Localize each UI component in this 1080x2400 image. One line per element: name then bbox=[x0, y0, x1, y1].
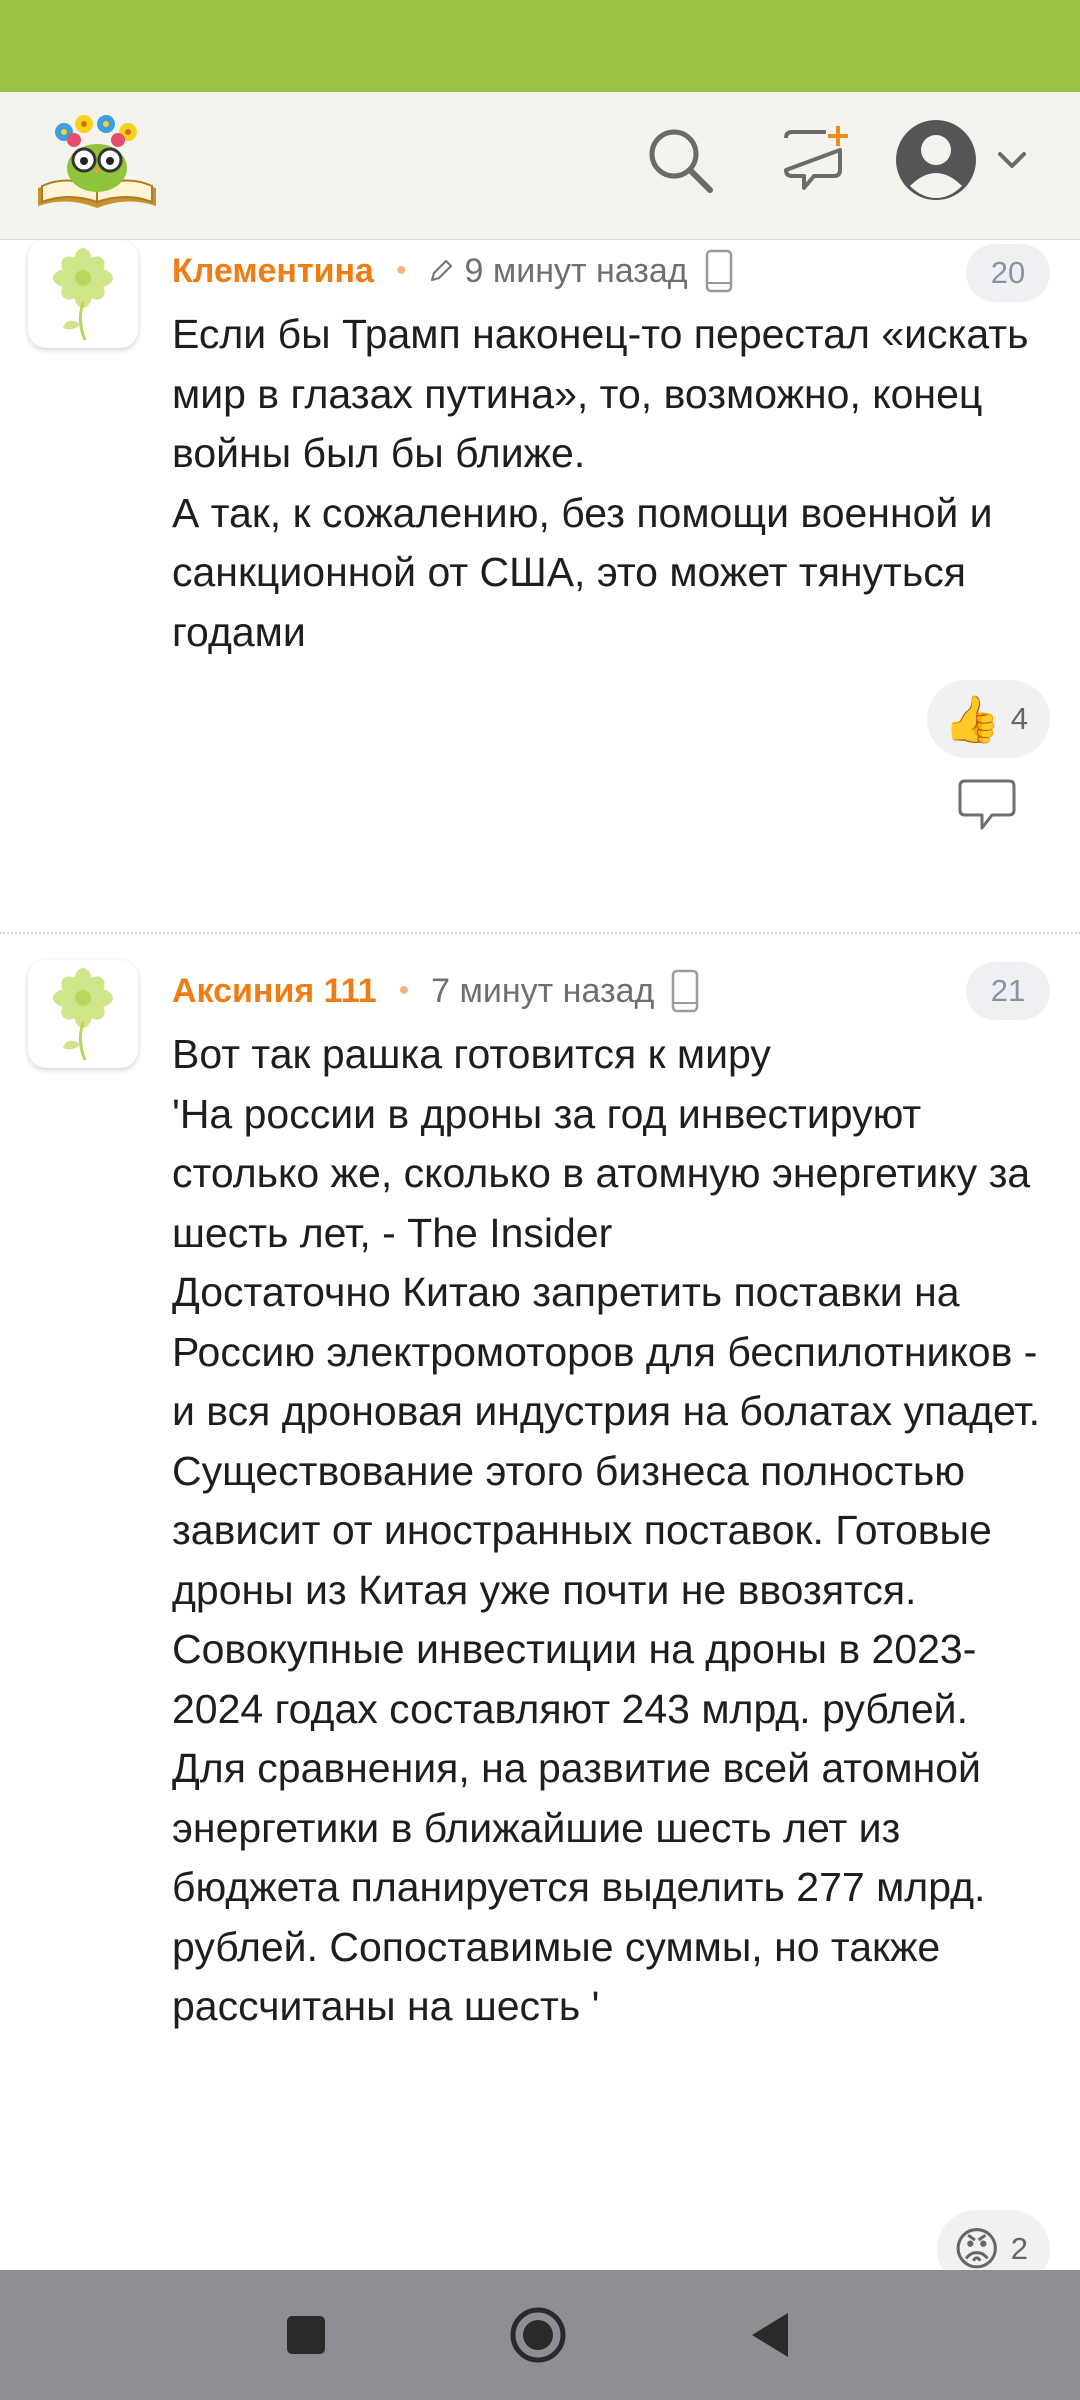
profile-menu-button[interactable] bbox=[896, 116, 1036, 206]
thumbs-up-icon: 👍 bbox=[943, 692, 1001, 745]
reaction-count: 2 bbox=[1010, 2231, 1028, 2266]
flower-avatar-icon bbox=[53, 248, 113, 341]
triangle-back-icon bbox=[752, 2313, 788, 2357]
new-comment-icon bbox=[784, 126, 848, 190]
back-button[interactable] bbox=[730, 2295, 810, 2375]
reading-owl-logo-icon bbox=[38, 115, 156, 208]
comment-meta: Аксиния 111 • 7 минут назад bbox=[172, 963, 700, 1019]
reply-button[interactable] bbox=[956, 778, 1018, 834]
comment-number[interactable]: 21 bbox=[966, 962, 1050, 1020]
separator-dot: • bbox=[395, 254, 407, 287]
flower-avatar-icon bbox=[53, 968, 113, 1061]
reply-speech-bubble-icon bbox=[958, 779, 1016, 830]
comments-feed[interactable]: Клементина • 9 минут назад 20 Если бы Тр… bbox=[0, 240, 1080, 2270]
comment-meta: Клементина • 9 минут назад bbox=[172, 243, 734, 299]
edited-pencil-icon bbox=[428, 258, 454, 284]
status-bar bbox=[0, 0, 1080, 92]
site-logo[interactable] bbox=[34, 110, 160, 210]
mobile-device-icon bbox=[670, 969, 700, 1013]
home-button[interactable] bbox=[498, 2295, 578, 2375]
comment-time: 7 минут назад bbox=[431, 971, 655, 1010]
comment-item: Аксиния 111 • 7 минут назад 21 Вот так р… bbox=[0, 960, 1080, 2270]
reaction-count: 4 bbox=[1010, 701, 1028, 736]
comment-item: Клементина • 9 минут назад 20 Если бы Тр… bbox=[0, 240, 1080, 930]
separator-dot: • bbox=[398, 974, 410, 1007]
chevron-down-icon bbox=[998, 152, 1026, 168]
author-name[interactable]: Аксиния 111 bbox=[172, 972, 377, 1011]
reaction-button[interactable]: 😡 2 bbox=[936, 2210, 1050, 2270]
recent-apps-button[interactable] bbox=[266, 2295, 346, 2375]
search-button[interactable] bbox=[640, 120, 720, 200]
mobile-device-icon bbox=[704, 249, 734, 293]
avatar[interactable] bbox=[28, 240, 138, 348]
avatar[interactable] bbox=[28, 960, 138, 1068]
system-navigation-bar bbox=[0, 2270, 1080, 2400]
new-comment-button[interactable] bbox=[776, 120, 856, 200]
circle-home-icon bbox=[510, 2307, 566, 2363]
comment-text: Вот так рашка готовится к миру 'На росси… bbox=[172, 1031, 1041, 2029]
comment-text: Если бы Трамп наконец-то перестал «искат… bbox=[172, 311, 1029, 655]
author-name[interactable]: Клементина bbox=[172, 252, 374, 291]
square-recent-apps-icon bbox=[287, 2316, 325, 2354]
comment-divider bbox=[0, 932, 1080, 934]
angry-face-icon: 😡 bbox=[952, 2223, 1001, 2270]
comment-number[interactable]: 20 bbox=[966, 244, 1050, 302]
reaction-button[interactable]: 👍 4 bbox=[927, 680, 1050, 758]
comment-time: 9 минут назад bbox=[464, 251, 688, 290]
search-icon bbox=[649, 129, 713, 193]
user-avatar-icon bbox=[896, 120, 1026, 200]
